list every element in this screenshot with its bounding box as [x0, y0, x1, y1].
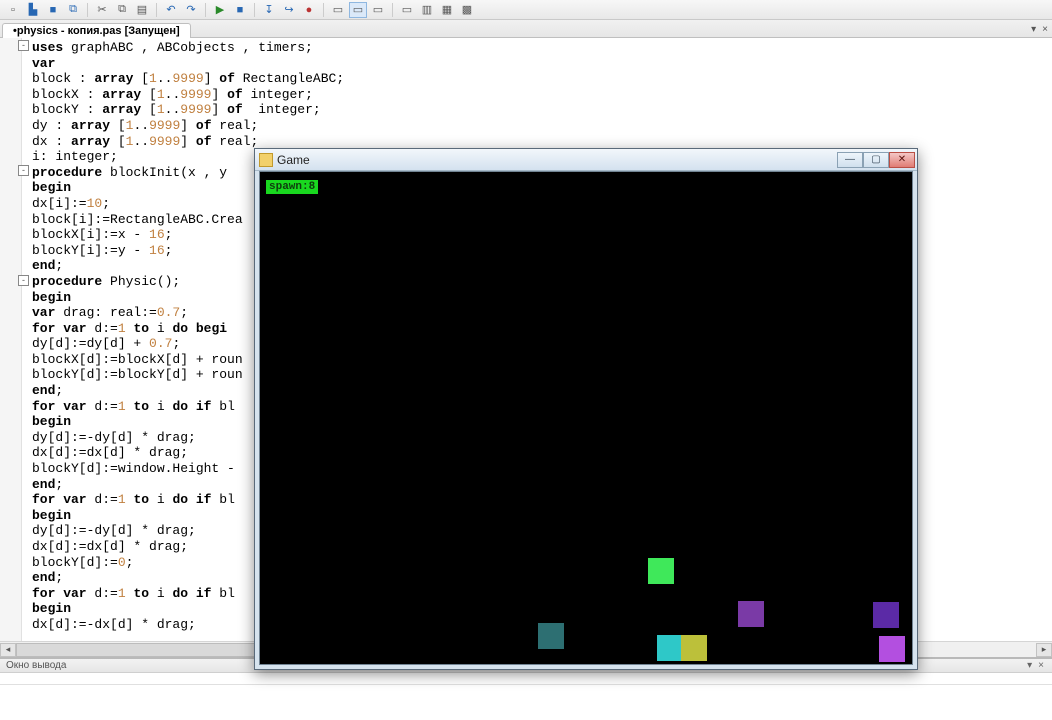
panel-5-icon[interactable]: ▥: [418, 2, 436, 18]
redo-icon[interactable]: ↷: [182, 2, 200, 18]
step-over-icon[interactable]: ↪: [280, 2, 298, 18]
panel-7-icon[interactable]: ▩: [458, 2, 476, 18]
game-titlebar[interactable]: Game — ▢ ✕: [255, 149, 917, 171]
scroll-left-icon[interactable]: ◂: [0, 643, 16, 657]
save-icon[interactable]: ■: [44, 2, 62, 18]
game-block: [879, 636, 905, 662]
game-app-icon: [259, 153, 273, 167]
pane-controls: ▾ ×: [1029, 20, 1050, 38]
code-line: dy : array [1..9999] of real;: [32, 118, 1052, 134]
code-line: block : array [1..9999] of RectangleABC;: [32, 71, 1052, 87]
game-canvas[interactable]: spawn:8: [259, 171, 913, 665]
panel-1-icon[interactable]: ▭: [329, 2, 347, 18]
output-title: Окно вывода: [6, 660, 66, 671]
code-line: blockY : array [1..9999] of integer;: [32, 102, 1052, 118]
panel-2-icon[interactable]: ▭: [349, 2, 367, 18]
breakpoint-icon[interactable]: ●: [300, 2, 318, 18]
game-title: Game: [277, 153, 837, 167]
scroll-right-icon[interactable]: ▸: [1036, 643, 1052, 657]
panel-3-icon[interactable]: ▭: [369, 2, 387, 18]
save-all-icon[interactable]: ⧉: [64, 2, 82, 18]
pane-close-icon[interactable]: ×: [1040, 24, 1050, 35]
close-button[interactable]: ✕: [889, 152, 915, 168]
panel-6-icon[interactable]: ▦: [438, 2, 456, 18]
game-block: [681, 635, 707, 661]
panel-4-icon[interactable]: ▭: [398, 2, 416, 18]
main-toolbar: ▫▙■⧉✂⧉▤↶↷▶■↧↪●▭▭▭▭▥▦▩: [0, 0, 1052, 20]
game-window[interactable]: Game — ▢ ✕ spawn:8: [254, 148, 918, 670]
code-line: var: [32, 56, 1052, 72]
code-line: uses graphABC , ABCobjects , timers;: [32, 40, 1052, 56]
code-line: blockX : array [1..9999] of integer;: [32, 87, 1052, 103]
new-file-icon[interactable]: ▫: [4, 2, 22, 18]
pane-dropdown-icon[interactable]: ▾: [1029, 24, 1038, 35]
game-block: [657, 635, 683, 661]
undo-icon[interactable]: ↶: [162, 2, 180, 18]
game-block: [738, 601, 764, 627]
code-line: dx : array [1..9999] of real;: [32, 134, 1052, 150]
tab-strip: •physics - копия.pas [Запущен]: [0, 20, 1052, 38]
spawn-counter: spawn:8: [266, 180, 318, 194]
game-block: [538, 623, 564, 649]
stop-icon[interactable]: ■: [231, 2, 249, 18]
run-icon[interactable]: ▶: [211, 2, 229, 18]
cut-icon[interactable]: ✂: [93, 2, 111, 18]
copy-icon[interactable]: ⧉: [113, 2, 131, 18]
output-close-icon[interactable]: ×: [1036, 660, 1046, 671]
editor-gutter: ---: [0, 38, 22, 657]
open-file-icon[interactable]: ▙: [24, 2, 42, 18]
status-area: [0, 684, 1052, 720]
game-block: [873, 602, 899, 628]
paste-icon[interactable]: ▤: [133, 2, 151, 18]
minimize-button[interactable]: —: [837, 152, 863, 168]
step-into-icon[interactable]: ↧: [260, 2, 278, 18]
game-block: [648, 558, 674, 584]
output-dropdown-icon[interactable]: ▾: [1025, 660, 1034, 671]
maximize-button[interactable]: ▢: [863, 152, 889, 168]
editor-tab[interactable]: •physics - копия.pas [Запущен]: [2, 23, 191, 38]
